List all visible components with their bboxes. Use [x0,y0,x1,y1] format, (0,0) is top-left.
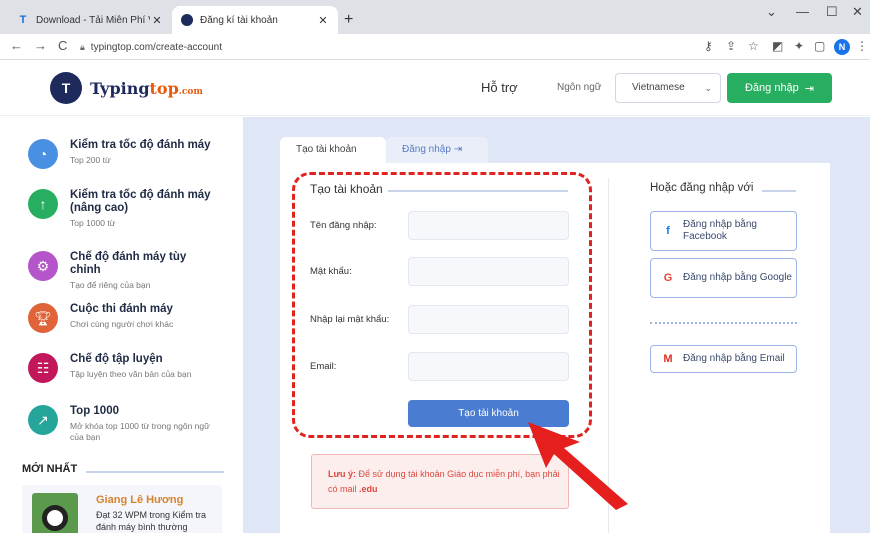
browser-tab-create-account[interactable]: Đăng kí tài khoản ✕ [172,6,338,34]
sidebar-item-advanced-test[interactable]: ↑ Kiểm tra tốc độ đánh máy (nâng cao) Top… [28,189,220,229]
language-label: Ngôn ngữ [557,82,602,93]
close-tab-icon[interactable]: ✕ [316,14,330,27]
latest-heading: MỚI NHẤT [22,463,78,475]
sidebar-item-competition[interactable]: 🏆︎ Cuộc thi đánh máy Chơi cùng người chơi… [28,303,220,333]
google-icon: G [663,272,673,284]
sidebar-item-subtitle: Top 200 từ [70,155,111,165]
latest-description: Đạt 32 WPM trong Kiểm tra đánh máy bình … [96,510,207,532]
sidebar-item-title: Kiểm tra tốc độ đánh máy [70,139,211,151]
url-field[interactable]: 🔒︎ typingtop.com/create-account [80,37,680,57]
logo-text: Typingtop.com [90,78,203,98]
facebook-login-button[interactable]: f Đăng nhập bằng Facebook [650,211,797,251]
facebook-icon: f [666,225,670,237]
sidebar-item-title: Kiểm tra tốc độ đánh máy (nâng cao) [70,189,211,214]
latest-user-name[interactable]: Giang Lê Hương [96,494,183,506]
google-login-button[interactable]: G Đăng nhập bằng Google [650,258,797,298]
note-suffix: .edu [359,484,378,494]
sidebar-item-subtitle: Tập luyện theo văn bản của bạn [70,369,192,379]
sidebar-item-title: Top 1000 [70,405,119,417]
email-login-label: Đăng nhập bằng Email [683,353,785,364]
note-prefix: Lưu ý: [328,469,357,479]
chart-icon: ↗ [28,405,58,435]
close-tab-icon[interactable]: ✕ [150,14,164,27]
site-logo[interactable]: T Typingtop.com [50,72,203,104]
sidebar-item-practice[interactable]: ☷ Chế độ tập luyện Tập luyện theo văn bản… [28,353,220,383]
sidebar-item-custom-mode[interactable]: ⚙ Chế độ đánh máy tùy chỉnh Tạo để riêng … [28,251,220,291]
language-select[interactable]: Vietnamese ⌄ [615,73,721,103]
support-link[interactable]: Hỗ trợ [481,80,518,95]
settings-gear-icon: ⚙ [28,251,58,281]
avatar [32,493,78,533]
tab-create-account[interactable]: Tạo tài khoản [280,137,386,163]
tab-login[interactable]: Đăng nhập ⇥ [386,137,488,163]
back-icon[interactable]: ← [10,38,23,53]
sidebar-item-speed-test[interactable]: ◔ Kiểm tra tốc độ đánh máy Top 200 từ [28,139,220,169]
reload-icon[interactable]: C [58,38,67,53]
divider [650,322,797,324]
lock-icon: 🔒︎ [80,41,85,52]
new-tab-icon[interactable]: + [344,11,353,29]
login-button-label: Đăng nhập [744,82,799,94]
divider [762,190,796,192]
practice-icon: ☷ [28,353,58,383]
logo-mark-icon: T [50,72,82,104]
sidebar-item-subtitle: Tạo để riêng của bạn [70,280,151,290]
login-arrow-icon: ⇥ [453,144,463,155]
puzzle-icon[interactable]: ✦ [794,39,804,53]
maximize-icon[interactable]: ☐ [826,4,838,20]
sidebar-item-subtitle: Top 1000 từ [70,218,116,228]
url-text: typingtop.com/create-account [90,41,222,53]
login-arrow-icon: ⇥ [804,82,815,95]
profile-avatar[interactable]: N [834,39,850,55]
site-favicon-icon [180,13,194,27]
sidebar-item-title: Cuộc thi đánh máy [70,303,173,315]
forward-icon[interactable]: → [34,38,47,53]
sidebar-item-subtitle: Mở khóa top 1000 từ trong ngôn ngữ của b… [70,421,210,442]
speedometer-icon: ◔ [28,139,58,169]
extension-icon[interactable]: ◩ [772,39,783,53]
divider [86,471,224,473]
bookmark-star-icon[interactable]: ☆ [748,39,759,53]
social-login-title: Hoặc đăng nhập với [650,182,754,194]
sidebar: ◔ Kiểm tra tốc độ đánh máy Top 200 từ ↑ K… [0,117,243,533]
sidebar-item-title: Chế độ tập luyện [70,353,163,365]
typing-favicon-icon: T [19,14,27,26]
key-icon[interactable]: ⚷ [704,39,713,53]
trophy-icon: 🏆︎ [28,303,58,333]
language-value: Vietnamese [632,82,685,93]
header-login-button[interactable]: Đăng nhập ⇥ [727,73,832,103]
latest-activity-card[interactable]: Giang Lê Hương Đạt 32 WPM trong Kiểm tra… [22,485,222,533]
email-login-button[interactable]: M Đăng nhập bằng Email [650,345,797,373]
site-header: T Typingtop.com Hỗ trợ Ngôn ngữ Vietname… [0,60,870,116]
share-icon[interactable]: ⇪ [726,39,736,53]
google-login-label: Đăng nhập bằng Google [683,272,792,283]
close-window-icon[interactable]: ✕ [852,4,863,20]
sidepanel-icon[interactable]: ▢ [814,39,825,53]
browser-tab-download[interactable]: T Download - Tải Miễn Phí VN - Ph ✕ [8,6,172,34]
browser-tab-bar: T Download - Tải Miễn Phí VN - Ph ✕ Đăng… [0,0,870,34]
highlight-dashed-box [292,172,592,438]
arrow-up-icon: ↑ [28,189,58,219]
tab-search-chevron-icon[interactable]: ⌄ [766,4,777,20]
sidebar-item-top-1000[interactable]: ↗ Top 1000 Mở khóa top 1000 từ trong ngôn… [28,405,220,443]
minimize-icon[interactable]: — [796,4,809,19]
browser-address-bar: ← → C 🔒︎ typingtop.com/create-account ⚷ … [0,34,870,60]
annotation-arrow-icon [528,422,628,510]
browser-tab-title: Đăng kí tài khoản [200,14,278,26]
sidebar-item-title: Chế độ đánh máy tùy chỉnh [70,251,187,276]
facebook-login-label: Đăng nhập bằng Facebook [683,219,757,242]
chevron-down-icon: ⌄ [704,83,712,93]
menu-icon[interactable]: ⋮ [856,39,868,53]
tab-login-label: Đăng nhập [402,144,451,155]
browser-tab-title: Download - Tải Miễn Phí VN - Ph [36,14,150,26]
sidebar-item-subtitle: Chơi cùng người chơi khác [70,319,174,329]
gmail-icon: M [663,353,673,365]
